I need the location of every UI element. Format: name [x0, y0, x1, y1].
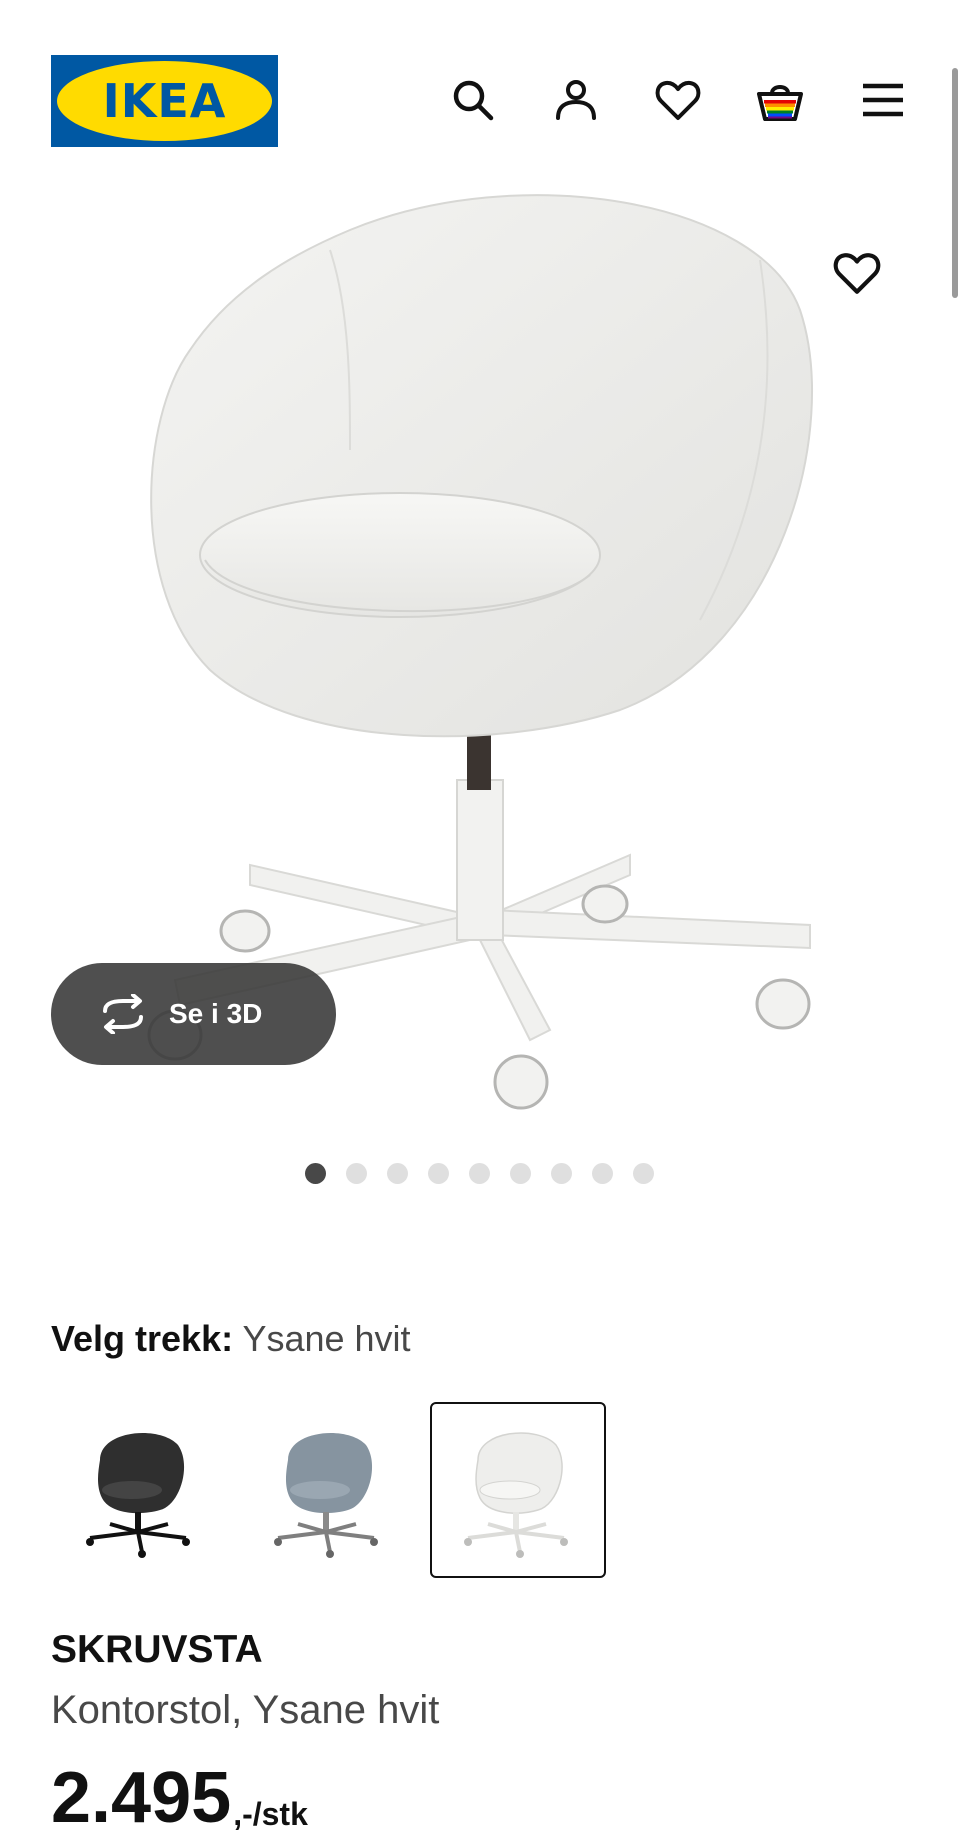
search-icon[interactable]: [449, 76, 497, 124]
variant-value: Ysane hvit: [242, 1318, 411, 1359]
product-name: SKRUVSTA: [51, 1628, 263, 1671]
product-price: 2.495 ,-/stk: [51, 1762, 308, 1834]
heart-icon[interactable]: [654, 76, 702, 124]
gallery-dot[interactable]: [346, 1163, 367, 1184]
gallery-dot[interactable]: [551, 1163, 572, 1184]
gallery-dot[interactable]: [592, 1163, 613, 1184]
rotate-3d-icon: [103, 994, 143, 1034]
variant-option-white[interactable]: [430, 1402, 606, 1578]
gallery-dot[interactable]: [305, 1163, 326, 1184]
user-icon[interactable]: [552, 76, 600, 124]
ikea-logo[interactable]: IKEA: [51, 55, 278, 147]
gallery-dot[interactable]: [428, 1163, 449, 1184]
logo-text: IKEA: [102, 74, 227, 128]
price-integer: 2.495: [51, 1758, 232, 1834]
view-3d-button[interactable]: Se i 3D: [51, 963, 336, 1065]
variant-label: Velg trekk:: [51, 1318, 234, 1359]
product-description: Kontorstol, Ysane hvit: [51, 1688, 440, 1732]
basket-icon[interactable]: [756, 76, 804, 124]
price-suffix: ,-/stk: [233, 1796, 308, 1832]
gallery-dot[interactable]: [469, 1163, 490, 1184]
product-page: IKEA Se i 3D Velg trekk: Ysane hvit SKRU…: [0, 0, 960, 1834]
gallery-dot[interactable]: [510, 1163, 531, 1184]
add-to-favourites-icon[interactable]: [832, 248, 882, 298]
gallery-pagination: [305, 1163, 654, 1184]
logo-oval: IKEA: [57, 61, 272, 141]
menu-icon[interactable]: [859, 76, 907, 124]
gallery-dot[interactable]: [633, 1163, 654, 1184]
variant-option-blue-grey[interactable]: [240, 1402, 416, 1578]
gallery-dot[interactable]: [387, 1163, 408, 1184]
variant-heading: Velg trekk: Ysane hvit: [51, 1318, 411, 1360]
view-3d-label: Se i 3D: [169, 998, 263, 1029]
variant-option-black[interactable]: [52, 1402, 228, 1578]
